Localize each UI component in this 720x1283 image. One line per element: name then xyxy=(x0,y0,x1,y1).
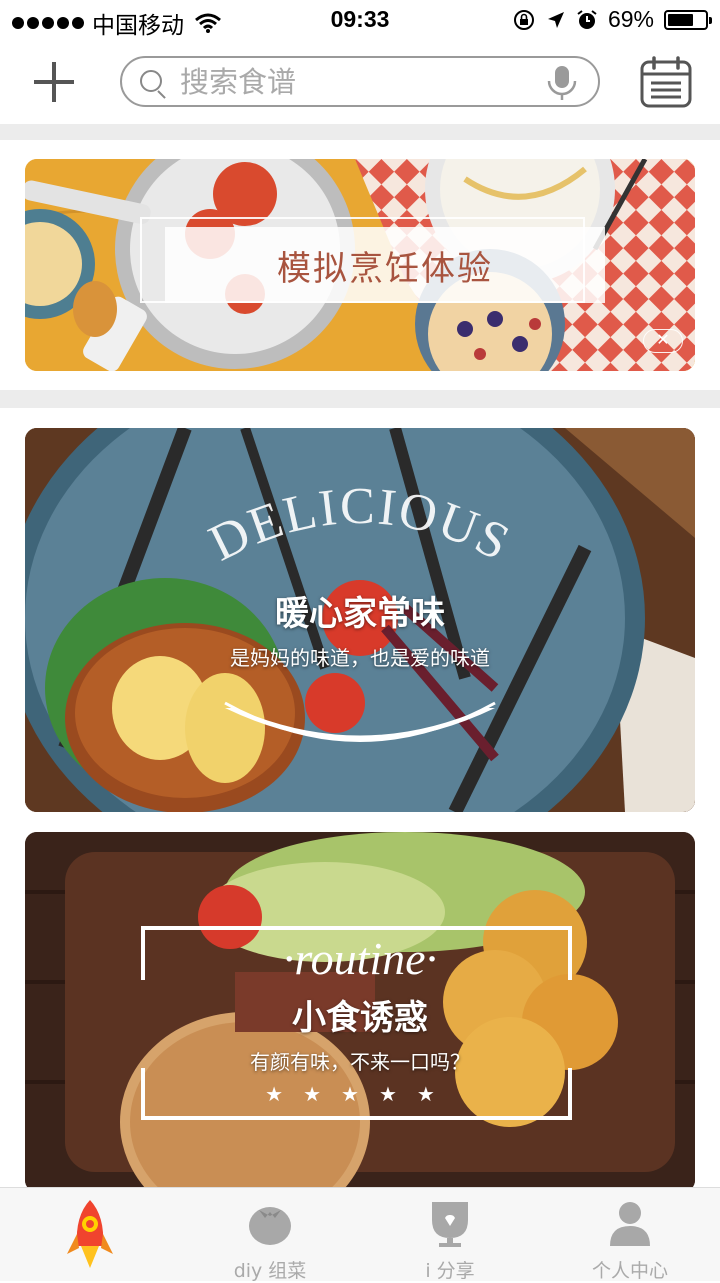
header-bar xyxy=(0,40,720,124)
status-right: 69% xyxy=(512,6,712,33)
search-icon xyxy=(138,68,168,99)
banner-title-box: 模拟烹饪体验 xyxy=(165,227,605,303)
share-cup-icon xyxy=(432,1202,468,1247)
card-subtitle: 是妈妈的味道，也是爱的味道 xyxy=(230,646,490,670)
plus-icon[interactable] xyxy=(34,62,74,102)
card-subtitle: 有颜有味，不来一口吗？ xyxy=(250,1050,470,1074)
person-icon xyxy=(610,1202,650,1246)
tab-label: i 分享 xyxy=(425,1260,475,1282)
microphone-icon[interactable] xyxy=(544,64,580,102)
tab-profile[interactable]: 个人中心 xyxy=(540,1188,720,1282)
tab-diy[interactable]: diy 组菜 xyxy=(180,1188,360,1282)
alarm-icon xyxy=(577,9,597,29)
rotation-lock-icon xyxy=(513,9,534,30)
rating-stars: ★★★★★ xyxy=(265,1082,455,1106)
tab-share[interactable]: i 分享 xyxy=(360,1188,540,1282)
calendar-icon[interactable] xyxy=(640,56,692,108)
close-icon[interactable]: ✕ xyxy=(643,329,683,353)
battery-icon xyxy=(664,9,712,30)
search-input[interactable] xyxy=(180,64,520,100)
location-icon xyxy=(547,11,564,28)
card-title: 小食诱惑 xyxy=(292,998,428,1038)
search-bar[interactable] xyxy=(120,56,600,107)
divider xyxy=(0,124,720,140)
recipe-card-snacks[interactable]: ·routine· 小食诱惑 有颜有味，不来一口吗？ ★★★★★ xyxy=(25,832,695,1192)
cooking-banner[interactable]: 模拟烹饪体验 ✕ xyxy=(25,159,695,371)
svg-text:·routine·: ·routine· xyxy=(283,933,437,984)
tab-home[interactable] xyxy=(0,1188,180,1282)
rocket-icon xyxy=(67,1200,113,1268)
banner-title: 模拟烹饪体验 xyxy=(277,248,493,289)
svg-text:DELICIOUS: DELICIOUS xyxy=(201,478,520,573)
battery-percent: 69% xyxy=(607,6,654,32)
tab-label: diy 组菜 xyxy=(233,1260,307,1282)
status-bar: 中国移动 09:33 69% xyxy=(0,0,720,40)
tab-label: 个人中心 xyxy=(591,1260,668,1282)
bottom-tab-bar: diy 组菜 i 分享 个人中心 xyxy=(0,1187,720,1282)
tomato-icon xyxy=(249,1207,291,1245)
divider xyxy=(0,390,720,408)
card-title: 暖心家常味 xyxy=(275,594,445,634)
recipe-card-home-style[interactable]: DELICIOUS 暖心家常味 是妈妈的味道，也是爱的味道 xyxy=(25,428,695,812)
